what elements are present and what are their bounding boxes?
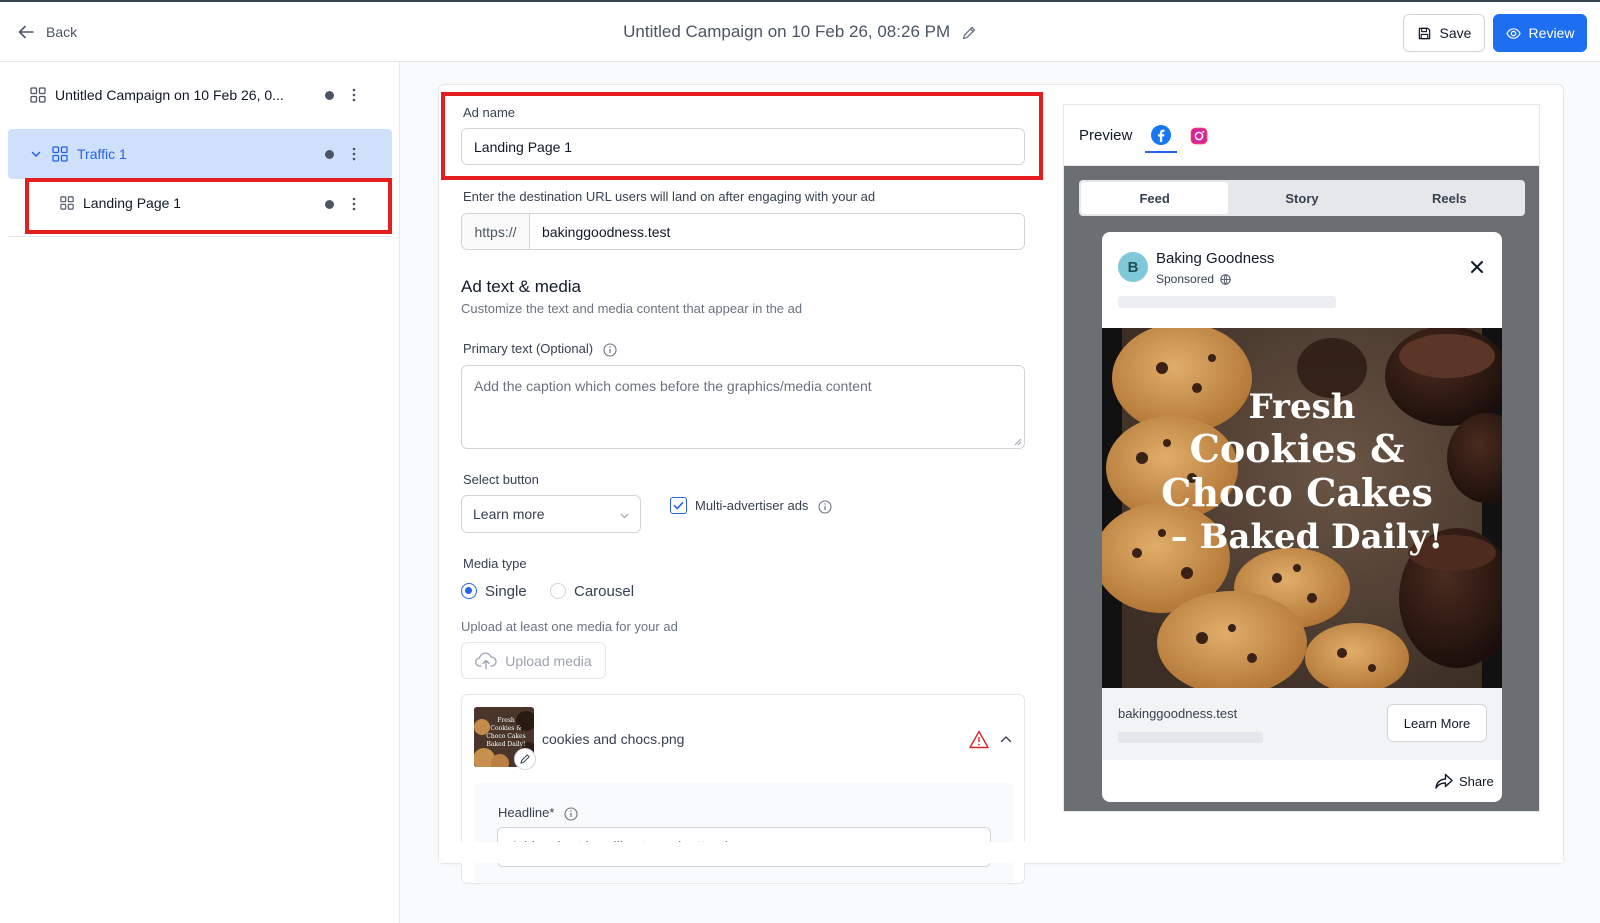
primary-text-label-text: Primary text (Optional) [463,341,594,356]
url-input[interactable]: bakinggoodness.test [530,214,670,249]
media-type-option-carousel[interactable]: Carousel [574,583,634,600]
multi-advertiser-checkbox[interactable] [670,497,687,514]
section-subtitle: Customize the text and media content tha… [461,301,803,316]
highlight-box-ad-item [25,178,392,234]
share-button[interactable]: Share [1435,773,1494,789]
placement-tab-feed[interactable]: Feed [1081,182,1229,214]
creative-text-line: Fresh [1249,387,1356,427]
cloud-upload-icon [475,652,497,670]
review-button[interactable]: Review [1493,14,1587,52]
highlight-box-ad-name [441,92,1043,180]
section-title: Ad text & media [461,277,582,296]
info-icon[interactable] [818,500,832,514]
share-label: Share [1459,773,1494,789]
primary-text-placeholder: Add the caption which comes before the g… [474,378,872,394]
status-dot [325,150,334,159]
preview-header: Preview [1064,105,1539,166]
sponsored-label: Sponsored [1156,272,1232,286]
media-type-radio-single[interactable] [461,583,477,599]
grid-icon [52,146,68,162]
info-icon[interactable] [603,343,617,357]
page-name: Baking Goodness [1156,250,1275,267]
save-label: Save [1439,25,1472,41]
avatar: B [1118,252,1148,282]
thumb-text: Cookies & [490,725,522,732]
upload-media-label: Upload media [505,652,592,669]
text-skeleton [1118,732,1263,743]
grid-icon [30,87,46,103]
floppy-disk-icon [1418,27,1430,39]
kebab-menu-icon[interactable] [346,86,362,104]
edit-media-button[interactable] [514,748,536,770]
cta-button-select[interactable]: Learn more [461,495,641,533]
media-type-radio-carousel[interactable] [550,583,566,599]
save-button[interactable]: Save [1403,14,1485,52]
post-link-footer: bakinggoodness.test Learn More [1102,688,1502,760]
preview-canvas: Feed Story Reels B Baking Goodness Spons… [1064,166,1539,811]
headline-label: Headline* [498,805,578,821]
placement-switcher: Feed Story Reels [1079,180,1525,216]
creative-text-line: Cookies & [1190,426,1405,471]
top-bar: Back Untitled Campaign on 10 Feb 26, 08:… [0,0,1600,62]
ad-creative-image: Fresh Cookies & Choco Cakes – Baked Dail… [1102,328,1502,688]
info-icon[interactable] [564,807,578,821]
primary-text-label: Primary text (Optional) [463,341,617,357]
facebook-icon [1151,125,1171,145]
learn-more-button[interactable]: Learn More [1387,704,1487,742]
kebab-menu-icon[interactable] [346,145,362,163]
facebook-post-preview: B Baking Goodness Sponsored Fresh Cookie… [1102,232,1502,802]
multi-advertiser-label: Multi-advertiser ads [695,498,832,514]
pencil-icon[interactable] [961,25,977,41]
creative-text-line: – Baked Daily! [1171,517,1443,557]
thumb-text: Baked Daily! [487,741,526,748]
campaign-title[interactable]: Untitled Campaign on 10 Feb 26, 08:26 PM [0,22,1600,42]
destination-url-field[interactable]: https:// bakinggoodness.test [461,213,1025,250]
text-skeleton [1118,296,1336,308]
creative-text-line: Choco Cakes [1161,470,1433,515]
tab-instagram[interactable] [1184,119,1214,153]
upload-hint: Upload at least one media for your ad [461,619,678,634]
placement-tab-reels[interactable]: Reels [1376,182,1523,214]
eye-icon [1505,27,1521,39]
url-label: Enter the destination URL users will lan… [463,189,876,204]
pencil-icon [520,754,530,764]
ad-preview-panel: Preview Feed Story Reels B Baking Goodne… [1063,104,1540,812]
placement-tab-story[interactable]: Story [1228,182,1375,214]
multi-advertiser-label-text: Multi-advertiser ads [695,498,809,513]
link-url: bakinggoodness.test [1118,706,1238,721]
select-button-label: Select button [463,472,539,487]
tree-item-label: Traffic 1 [77,146,127,162]
media-type-option-single[interactable]: Single [485,583,527,600]
upload-media-button[interactable]: Upload media [461,642,606,679]
divider [8,236,392,237]
chevron-down-icon[interactable] [30,148,42,160]
status-dot [325,91,334,100]
url-prefix: https:// [462,214,530,249]
card-bottom-padding [439,842,1563,863]
review-label: Review [1528,25,1575,41]
campaign-title-text: Untitled Campaign on 10 Feb 26, 08:26 PM [623,22,951,41]
chevron-up-icon[interactable] [999,732,1013,746]
tree-item-label: Untitled Campaign on 10 Feb 26, 0... [55,87,284,103]
sponsored-text: Sponsored [1156,272,1215,286]
instagram-icon [1190,127,1208,145]
close-icon[interactable] [1470,260,1484,274]
media-type-label: Media type [463,556,527,571]
cta-select-value: Learn more [473,506,545,522]
preview-title: Preview [1079,127,1133,144]
warning-icon [969,730,989,749]
headline-label-text: Headline* [498,805,555,820]
media-file-name: cookies and chocs.png [542,731,685,747]
thumb-text: Choco Cakes [486,733,525,740]
check-icon [673,502,684,510]
globe-icon [1220,274,1232,286]
tree-item-adset[interactable]: Traffic 1 [8,129,392,179]
share-icon [1435,773,1453,789]
tree-item-campaign[interactable]: Untitled Campaign on 10 Feb 26, 0... [8,70,392,120]
chevron-down-icon [620,513,629,519]
tab-facebook[interactable] [1145,119,1177,153]
resize-handle-icon[interactable] [1014,438,1022,446]
primary-text-textarea[interactable]: Add the caption which comes before the g… [461,365,1025,449]
thumb-text: Fresh [497,717,515,724]
